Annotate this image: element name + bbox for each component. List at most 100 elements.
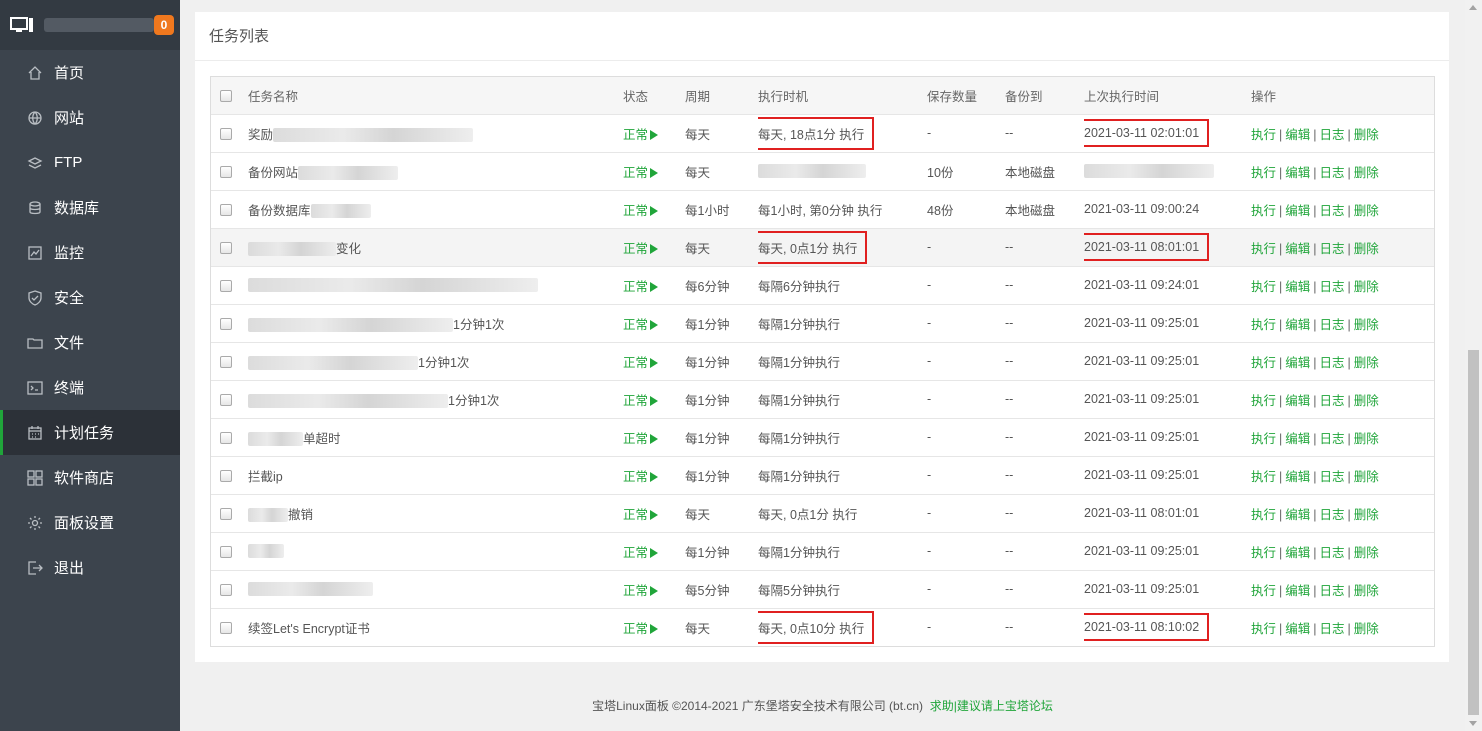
page-scrollbar[interactable] [1465, 0, 1482, 731]
row-checkbox[interactable] [220, 355, 232, 368]
delete-link[interactable]: 删除 [1354, 546, 1379, 560]
delete-link[interactable]: 删除 [1354, 470, 1379, 484]
log-link[interactable]: 日志 [1320, 470, 1345, 484]
log-link[interactable]: 日志 [1320, 356, 1345, 370]
run-link[interactable]: 执行 [1251, 432, 1276, 446]
edit-link[interactable]: 编辑 [1285, 584, 1310, 598]
row-checkbox[interactable] [220, 621, 232, 634]
log-link[interactable]: 日志 [1320, 128, 1345, 142]
edit-link[interactable]: 编辑 [1285, 470, 1310, 484]
log-link[interactable]: 日志 [1320, 204, 1345, 218]
run-link[interactable]: 执行 [1251, 356, 1276, 370]
scroll-up-arrow[interactable] [1469, 5, 1477, 10]
row-checkbox[interactable] [220, 165, 232, 178]
delete-link[interactable]: 删除 [1354, 128, 1379, 142]
delete-link[interactable]: 删除 [1354, 242, 1379, 256]
edit-link[interactable]: 编辑 [1285, 166, 1310, 180]
scroll-thumb[interactable] [1468, 350, 1479, 715]
sidebar-item-website[interactable]: 网站 [0, 95, 180, 140]
row-checkbox[interactable] [220, 507, 232, 520]
run-link[interactable]: 执行 [1251, 622, 1276, 636]
task-status[interactable]: 正常 [623, 608, 685, 646]
run-link[interactable]: 执行 [1251, 470, 1276, 484]
task-status[interactable]: 正常 [623, 570, 685, 609]
delete-link[interactable]: 删除 [1354, 318, 1379, 332]
log-link[interactable]: 日志 [1320, 622, 1345, 636]
row-checkbox[interactable] [220, 545, 232, 558]
delete-link[interactable]: 删除 [1354, 508, 1379, 522]
run-link[interactable]: 执行 [1251, 394, 1276, 408]
sidebar-item-monitor[interactable]: 监控 [0, 230, 180, 275]
row-checkbox[interactable] [220, 583, 232, 596]
delete-link[interactable]: 删除 [1354, 204, 1379, 218]
log-link[interactable]: 日志 [1320, 242, 1345, 256]
log-link[interactable]: 日志 [1320, 432, 1345, 446]
scroll-down-arrow[interactable] [1469, 721, 1477, 726]
edit-link[interactable]: 编辑 [1285, 356, 1310, 370]
edit-link[interactable]: 编辑 [1285, 432, 1310, 446]
edit-link[interactable]: 编辑 [1285, 508, 1310, 522]
col-name[interactable]: 任务名称 [248, 77, 623, 115]
sidebar-item-terminal[interactable]: 终端 [0, 365, 180, 410]
task-status[interactable]: 正常 [623, 190, 685, 229]
row-checkbox[interactable] [220, 203, 232, 216]
task-status[interactable]: 正常 [623, 532, 685, 571]
sidebar-item-database[interactable]: 数据库 [0, 185, 180, 230]
sidebar-item-security[interactable]: 安全 [0, 275, 180, 320]
edit-link[interactable]: 编辑 [1285, 204, 1310, 218]
task-status[interactable]: 正常 [623, 380, 685, 419]
edit-link[interactable]: 编辑 [1285, 128, 1310, 142]
row-checkbox[interactable] [220, 317, 232, 330]
run-link[interactable]: 执行 [1251, 584, 1276, 598]
edit-link[interactable]: 编辑 [1285, 546, 1310, 560]
edit-link[interactable]: 编辑 [1285, 280, 1310, 294]
task-status[interactable]: 正常 [623, 114, 685, 153]
run-link[interactable]: 执行 [1251, 318, 1276, 332]
footer-help-link[interactable]: 求助|建议请上宝塔论坛 [930, 699, 1053, 713]
row-checkbox[interactable] [220, 393, 232, 406]
select-all-checkbox[interactable] [220, 89, 232, 102]
run-link[interactable]: 执行 [1251, 128, 1276, 142]
log-link[interactable]: 日志 [1320, 546, 1345, 560]
row-checkbox[interactable] [220, 127, 232, 140]
log-link[interactable]: 日志 [1320, 394, 1345, 408]
run-link[interactable]: 执行 [1251, 546, 1276, 560]
row-checkbox[interactable] [220, 279, 232, 292]
log-link[interactable]: 日志 [1320, 166, 1345, 180]
edit-link[interactable]: 编辑 [1285, 242, 1310, 256]
task-status[interactable]: 正常 [623, 418, 685, 457]
sidebar-item-settings[interactable]: 面板设置 [0, 500, 180, 545]
sidebar-item-home[interactable]: 首页 [0, 50, 180, 95]
sidebar-item-files[interactable]: 文件 [0, 320, 180, 365]
row-checkbox[interactable] [220, 431, 232, 444]
task-status[interactable]: 正常 [623, 342, 685, 381]
delete-link[interactable]: 删除 [1354, 432, 1379, 446]
edit-link[interactable]: 编辑 [1285, 318, 1310, 332]
task-status[interactable]: 正常 [623, 266, 685, 305]
sidebar-item-logout[interactable]: 退出 [0, 545, 180, 590]
sidebar-item-store[interactable]: 软件商店 [0, 455, 180, 500]
delete-link[interactable]: 删除 [1354, 622, 1379, 636]
run-link[interactable]: 执行 [1251, 508, 1276, 522]
task-status[interactable]: 正常 [623, 494, 685, 533]
log-link[interactable]: 日志 [1320, 280, 1345, 294]
log-link[interactable]: 日志 [1320, 508, 1345, 522]
delete-link[interactable]: 删除 [1354, 166, 1379, 180]
task-status[interactable]: 正常 [623, 228, 685, 267]
delete-link[interactable]: 删除 [1354, 356, 1379, 370]
row-checkbox[interactable] [220, 241, 232, 254]
task-status[interactable]: 正常 [623, 304, 685, 343]
log-link[interactable]: 日志 [1320, 318, 1345, 332]
edit-link[interactable]: 编辑 [1285, 394, 1310, 408]
run-link[interactable]: 执行 [1251, 242, 1276, 256]
delete-link[interactable]: 删除 [1354, 280, 1379, 294]
delete-link[interactable]: 删除 [1354, 584, 1379, 598]
run-link[interactable]: 执行 [1251, 166, 1276, 180]
task-status[interactable]: 正常 [623, 152, 685, 191]
sidebar-item-cron[interactable]: 计划任务 [0, 410, 180, 455]
edit-link[interactable]: 编辑 [1285, 622, 1310, 636]
run-link[interactable]: 执行 [1251, 204, 1276, 218]
row-checkbox[interactable] [220, 469, 232, 482]
log-link[interactable]: 日志 [1320, 584, 1345, 598]
run-link[interactable]: 执行 [1251, 280, 1276, 294]
